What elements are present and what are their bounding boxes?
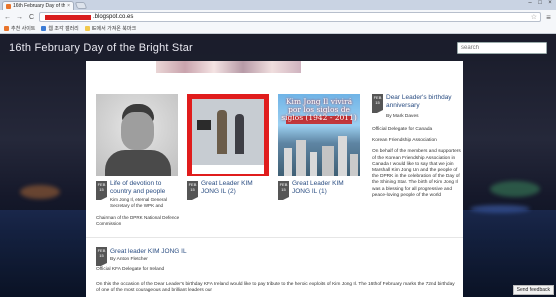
bookmarks-bar: 추천 사이트 웹 조각 갤러리 IE에서 가져온 북마크 [0, 24, 556, 34]
post-paragraph: Korean Friendship Association [372, 138, 437, 144]
post-paragraph: On behalf of the members and supporters … [372, 149, 461, 198]
main-content: FEB 15 Life of devotion to country and pe… [86, 61, 463, 297]
post-thumbnail[interactable] [187, 94, 269, 176]
blogger-favicon-icon [6, 3, 11, 9]
excerpt-line-1: Kim Jong Il, eternal General Secretary o… [110, 197, 167, 208]
banner-image [156, 61, 301, 73]
excerpt-line-2: Chairman of the DPRK National Defence Co… [96, 215, 180, 226]
browser-tabstrip: 16th February Day of the × – □ × [0, 0, 556, 10]
date-badge: FEB 15 [96, 181, 107, 200]
photo-caption-icon [192, 165, 264, 174]
reload-button[interactable]: C [27, 13, 36, 22]
send-feedback-button[interactable]: Send feedback [512, 285, 554, 295]
post-title-link[interactable]: Life of devotion to country and people [110, 180, 180, 195]
folder-icon [84, 26, 90, 31]
photo-image [187, 94, 269, 176]
tab-title: 16th February Day of the [13, 3, 66, 9]
post-paragraph: Official Delegate for Canada [372, 127, 433, 132]
date-badge: FEB 15 [187, 181, 198, 200]
search-input[interactable] [457, 42, 547, 54]
blog-page: 16th February Day of the Bright Star FEB… [0, 35, 556, 297]
window-controls: – □ × [526, 0, 554, 6]
bookmark-label: 추천 사이트 [11, 26, 36, 32]
bookmark-item-web-slice[interactable]: 웹 조각 갤러리 [41, 25, 79, 32]
image-overlay-text: Kim Jong Il vivirá por los siglos de sig… [281, 97, 357, 122]
url-host: .blogspot.co.es [93, 14, 134, 20]
bookmark-star-icon[interactable]: ☆ [531, 13, 537, 21]
post-title-link[interactable]: Dear Leader's birthday anniversary [386, 94, 464, 109]
bookmark-item-ie-imported[interactable]: IE에서 가져온 북마크 [84, 25, 137, 32]
bookmark-item-recommended[interactable]: 추천 사이트 [4, 25, 35, 32]
date-badge: FEB 15 [96, 247, 107, 266]
post-title-link[interactable]: Great Leader KIM JONG IL (1) [292, 180, 362, 195]
blog-title[interactable]: 16th February Day of the Bright Star [9, 42, 193, 54]
close-window-button[interactable]: × [546, 0, 554, 6]
divider [86, 237, 463, 238]
date-badge: FEB 15 [278, 181, 289, 200]
minimize-button[interactable]: – [526, 0, 534, 6]
post-author: By Mark Daves [386, 114, 419, 119]
post-body: Official Delegate for Canada Korean Frie… [372, 127, 464, 204]
bookmark-icon [41, 26, 47, 31]
browser-menu-icon[interactable]: ≡ [544, 13, 553, 22]
bookmark-label: IE에서 가져온 북마크 [91, 26, 137, 32]
blog-header: 16th February Day of the Bright Star [0, 35, 556, 61]
address-bar[interactable]: .blogspot.co.es ☆ [39, 12, 541, 22]
bookmark-label: 웹 조각 갤러리 [48, 26, 79, 32]
tab-close-icon[interactable]: × [67, 3, 70, 9]
date-badge: FEB 15 [372, 94, 383, 113]
post-excerpt: Kim Jong Il, eternal General Secretary o… [96, 197, 180, 227]
back-button[interactable]: ← [3, 13, 12, 22]
post-title-link[interactable]: Great Leader KIM JONG IL (2) [201, 180, 271, 195]
post-paragraph: Official KFA Delegate for Ireland [96, 267, 165, 272]
post-body: Official KFA Delegate for Ireland On thi… [96, 267, 456, 297]
post-paragraph: On this the occasion of the Dear Leader'… [96, 281, 455, 294]
browser-tab[interactable]: 16th February Day of the × [2, 1, 74, 10]
maximize-button[interactable]: □ [536, 0, 544, 6]
post-title-link[interactable]: Great leader KIM JONG IL [110, 248, 187, 255]
forward-button[interactable]: → [15, 13, 24, 22]
post-thumbnail[interactable] [96, 94, 178, 176]
cityscape-image: Kim Jong Il vivirá por los siglos de sig… [278, 94, 360, 176]
redacted-subdomain [45, 14, 91, 20]
bookmark-icon [4, 26, 9, 31]
portrait-image [96, 94, 178, 176]
new-tab-button[interactable] [74, 2, 88, 9]
browser-toolbar: ← → C .blogspot.co.es ☆ ≡ [0, 10, 556, 24]
post-thumbnail[interactable]: Kim Jong Il vivirá por los siglos de sig… [278, 94, 360, 176]
post-author: By Anton Fletcher [110, 257, 148, 262]
banner-strip [86, 61, 463, 73]
